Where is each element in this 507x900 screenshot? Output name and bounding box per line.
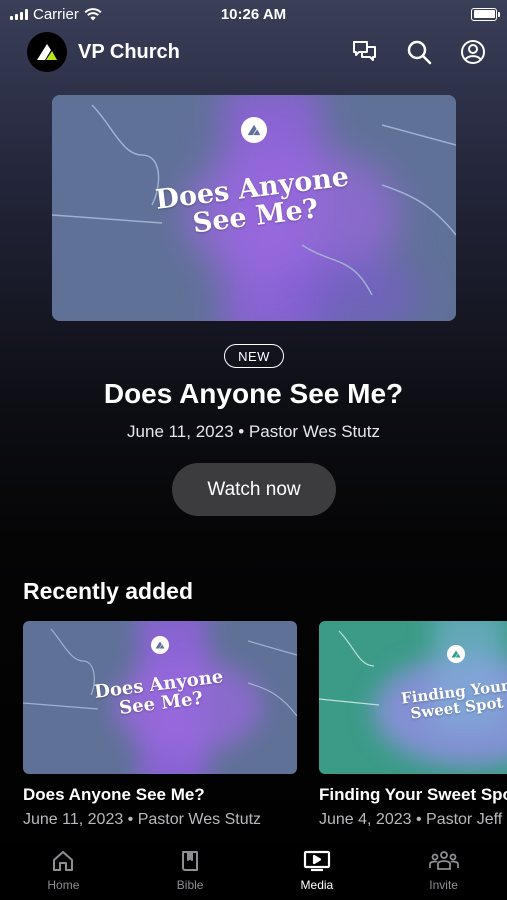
recent-item-title: Finding Your Sweet Spot (319, 785, 507, 804)
app-title: VP Church (78, 40, 180, 63)
profile-icon[interactable] (459, 38, 487, 66)
tab-home[interactable]: Home (0, 843, 127, 900)
wifi-icon (84, 7, 102, 20)
tab-label: Bible (176, 878, 204, 892)
tab-label: Home (47, 878, 80, 892)
header-actions (351, 38, 487, 66)
recent-item[interactable]: Finding Your Sweet Spot Finding Your Swe… (319, 621, 507, 829)
carrier-label: Carrier (33, 5, 79, 23)
app-header: VP Church (27, 32, 487, 72)
invite-icon (428, 851, 459, 870)
tab-bible[interactable]: Bible (127, 843, 254, 900)
signal-icon (10, 8, 28, 20)
artwork-logo-icon (151, 636, 169, 654)
recently-added-heading: Recently added (23, 578, 193, 604)
recent-item[interactable]: Does Anyone See Me? Does Anyone See Me? … (23, 621, 297, 829)
artwork-logo-icon (241, 117, 267, 143)
recent-item-meta: June 4, 2023 • Pastor Jeff (319, 811, 503, 828)
home-icon (53, 851, 74, 871)
tab-label: Media (300, 878, 334, 892)
recent-item-thumbnail[interactable]: Does Anyone See Me? (23, 621, 297, 774)
tab-invite[interactable]: Invite (380, 843, 507, 900)
recent-item-meta: June 11, 2023 • Pastor Wes Stutz (23, 811, 262, 828)
recent-item-thumbnail[interactable]: Finding Your Sweet Spot (319, 621, 507, 774)
recently-added-rail[interactable]: Does Anyone See Me? Does Anyone See Me? … (23, 621, 507, 836)
church-logo[interactable] (27, 32, 67, 72)
watch-now-button[interactable]: Watch now (172, 463, 336, 516)
featured-title: Does Anyone See Me? (103, 378, 404, 409)
media-icon (303, 850, 330, 872)
tab-media[interactable]: Media (254, 843, 381, 900)
battery-icon (471, 7, 500, 21)
status-bar: Carrier 10:26 AM (0, 0, 507, 28)
chat-icon[interactable] (351, 38, 379, 66)
search-icon[interactable] (405, 38, 433, 66)
status-left: Carrier (10, 6, 102, 23)
recent-item-title: Does Anyone See Me? (23, 785, 205, 804)
tab-label: Invite (429, 878, 458, 892)
featured-sermon-thumbnail[interactable]: Does Anyone See Me? (52, 95, 456, 321)
featured-meta: June 11, 2023 • Pastor Wes Stutz (127, 422, 380, 441)
bible-icon (182, 851, 199, 871)
artwork-logo-icon (447, 645, 465, 663)
tab-bar: Home Bible Media Invite (0, 843, 507, 900)
new-badge: NEW (224, 344, 284, 368)
